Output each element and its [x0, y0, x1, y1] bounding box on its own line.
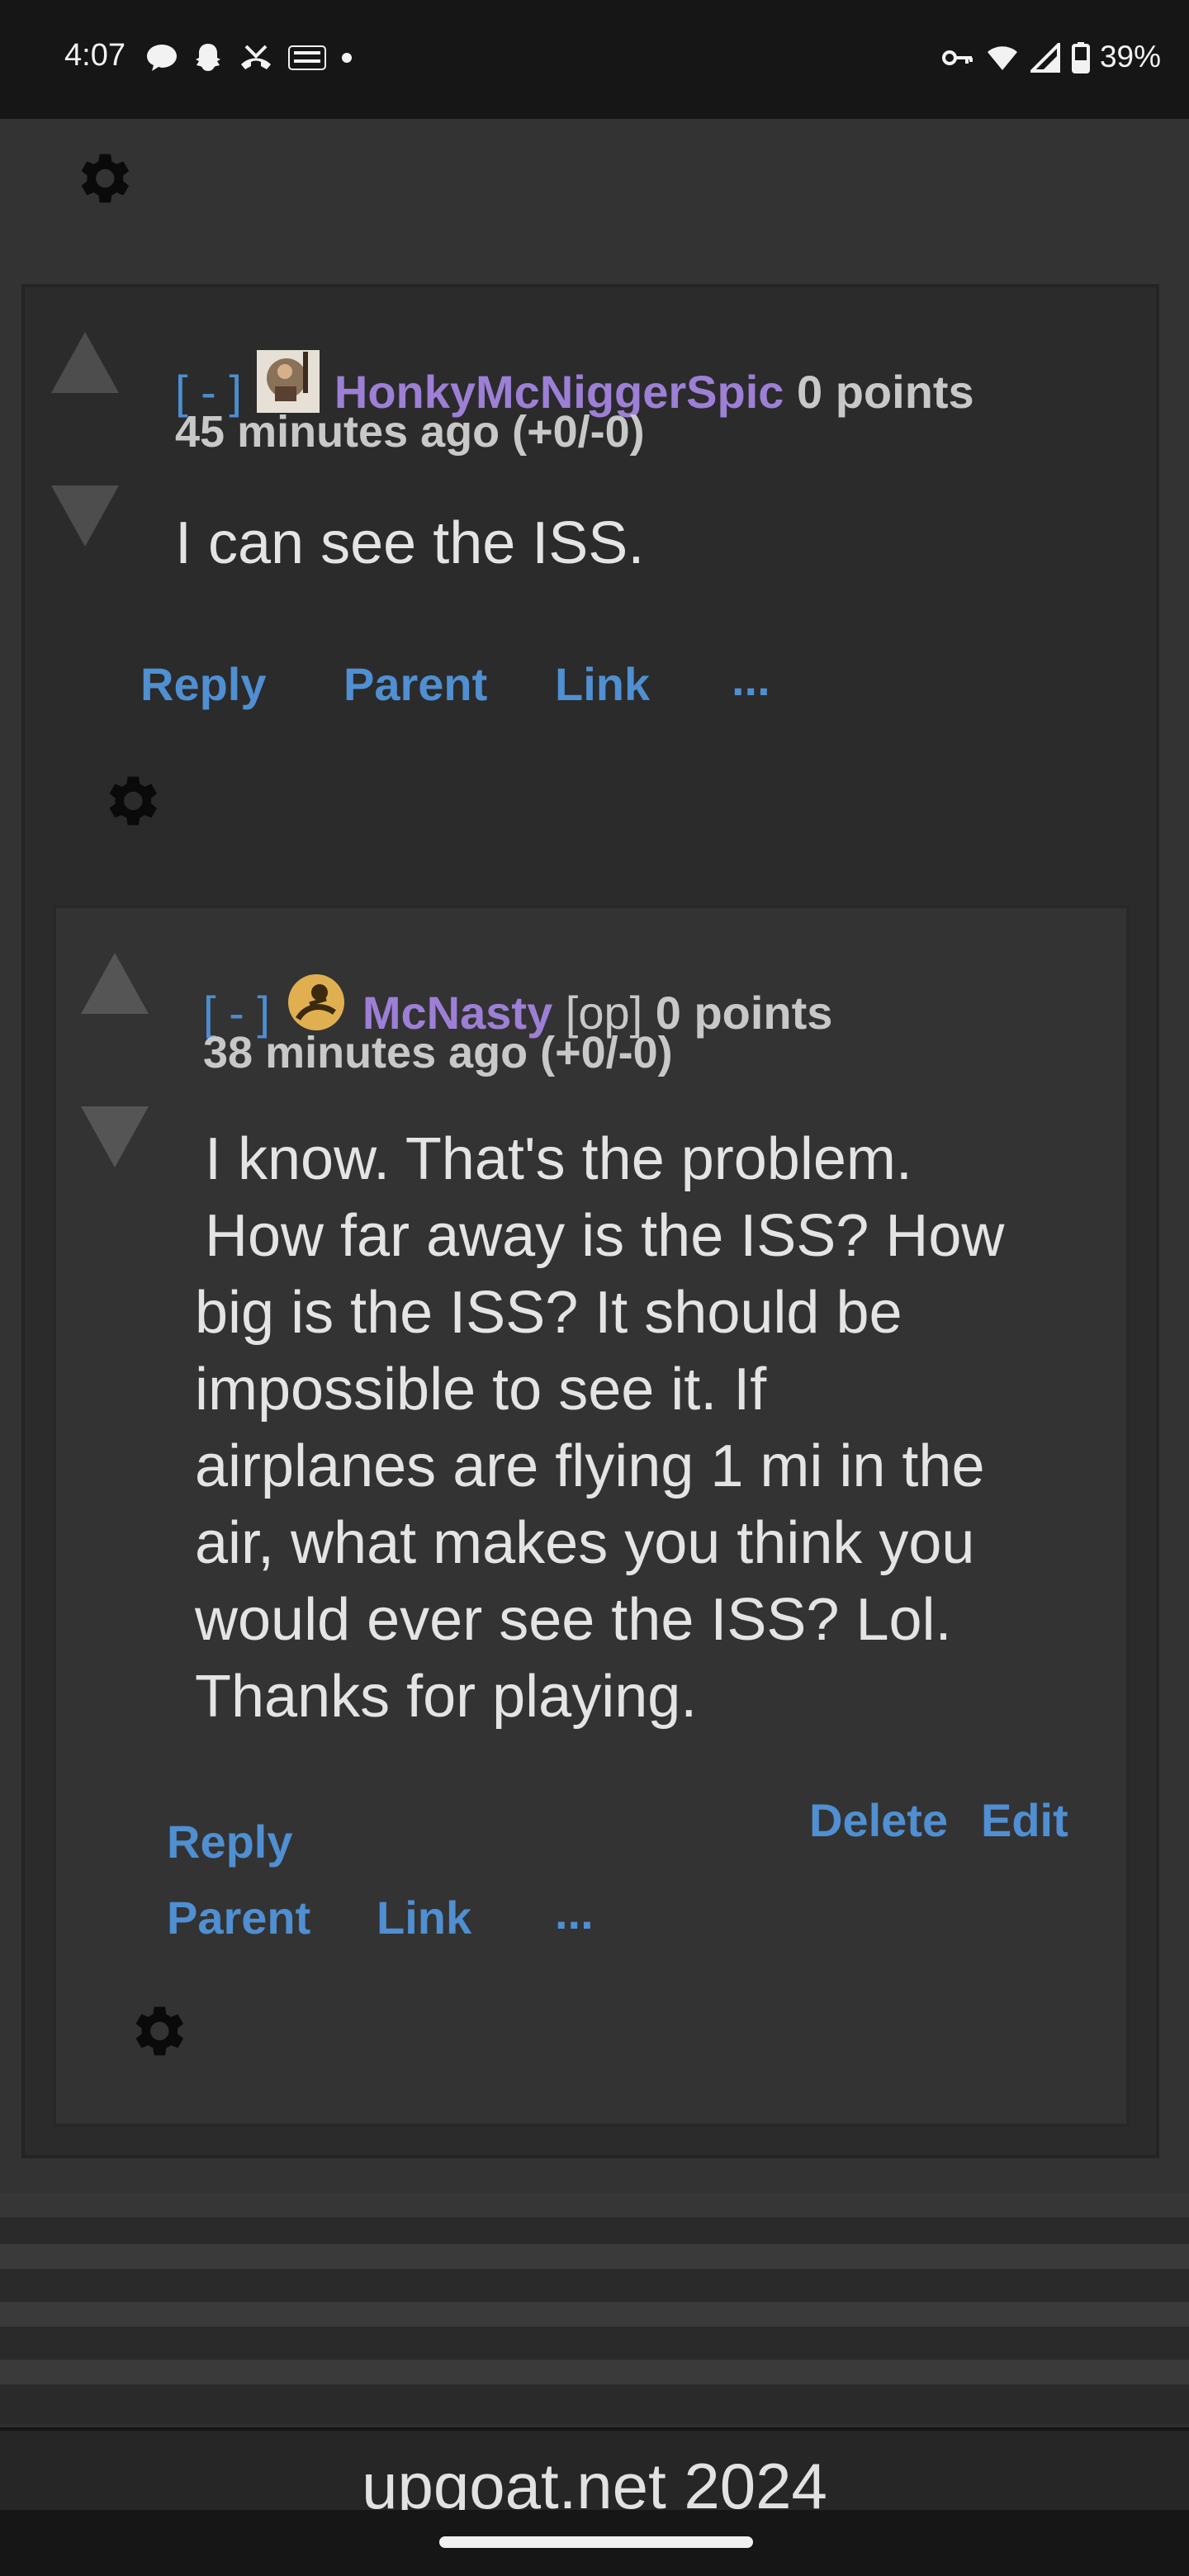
more-options-button[interactable]: ... [732, 652, 770, 706]
comment-points: 0 points [655, 987, 833, 1039]
avatar-image [287, 974, 344, 1030]
status-time: 4:07 [64, 38, 126, 73]
body-line: Thanks for playing. [195, 1664, 698, 1730]
wifi-icon [988, 46, 1017, 70]
upvote-button[interactable] [50, 329, 121, 400]
temu-icon [288, 45, 326, 70]
permalink-link[interactable]: Link [555, 657, 650, 711]
permalink-link[interactable]: Link [377, 1891, 471, 1944]
body-line: would ever see the ISS? Lol. [195, 1587, 952, 1653]
dot-icon [342, 53, 352, 63]
body-line: airplanes are flying 1 mi in the [195, 1433, 985, 1499]
system-icons [941, 41, 1090, 74]
site-footer: upgoat.net 2024 [0, 2427, 1189, 2522]
gear-icon[interactable] [96, 766, 165, 836]
reply-link[interactable]: Reply [167, 1815, 293, 1868]
status-bar: 4:07 39% [0, 0, 1189, 119]
gear-icon[interactable] [68, 144, 137, 213]
delete-link[interactable]: Delete [809, 1793, 948, 1847]
body-line: How far away is the ISS? How [205, 1203, 1005, 1269]
signal-icon [1030, 43, 1060, 73]
snapchat-ghost-icon [196, 44, 220, 71]
avatar[interactable] [285, 971, 348, 1034]
vpn-key-icon [942, 50, 973, 65]
upvote-arrow-icon [51, 332, 119, 393]
divider [0, 2302, 1189, 2327]
upvote-arrow-icon [81, 953, 149, 1014]
body-line: impossible to see it. If [195, 1357, 767, 1423]
chat-bubble-icon [147, 45, 177, 71]
page-bottom-strips [0, 2193, 1189, 2424]
body-line: air, what makes you think you [195, 1510, 975, 1576]
gesture-handle[interactable] [439, 2536, 753, 2548]
comment-body: I can see the ISS. [175, 510, 645, 576]
downvote-button[interactable] [79, 1100, 150, 1171]
comment-body: I know. That's the problem. How far away… [195, 1121, 1120, 1735]
battery-icon [1072, 42, 1090, 73]
comment-timestamp: 45 minutes ago (+0/-0) [175, 407, 645, 457]
divider [0, 2193, 1189, 2218]
reply-link[interactable]: Reply [140, 657, 267, 711]
divider [0, 2360, 1189, 2384]
battery-percent: 39% [1099, 40, 1161, 73]
parent-link[interactable]: Parent [343, 657, 487, 711]
gear-icon[interactable] [122, 1996, 192, 2066]
comment-points: 0 points [797, 366, 974, 418]
parent-link[interactable]: Parent [167, 1891, 310, 1944]
avatar-image [256, 350, 320, 413]
downvote-arrow-icon [81, 1106, 149, 1167]
downvote-arrow-icon [51, 485, 119, 547]
downvote-button[interactable] [50, 479, 121, 550]
body-line: I know. That's the problem. [205, 1126, 912, 1192]
edit-link[interactable]: Edit [981, 1793, 1068, 1847]
missed-call-icon [241, 45, 271, 69]
avatar[interactable] [256, 350, 320, 413]
notification-icons [145, 41, 353, 74]
upvote-button[interactable] [79, 949, 150, 1020]
more-options-button[interactable]: ... [555, 1886, 594, 1939]
divider [0, 2244, 1189, 2269]
body-line: big is the ISS? It should be [195, 1280, 902, 1346]
comment-timestamp: 38 minutes ago (+0/-0) [203, 1028, 673, 1077]
